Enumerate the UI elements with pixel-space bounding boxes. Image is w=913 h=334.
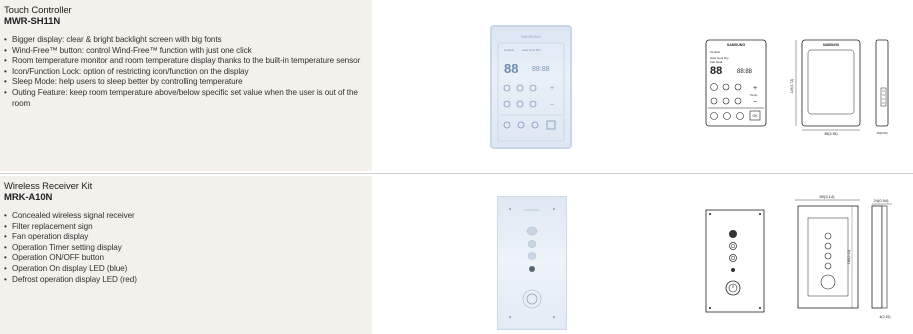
touch-controller-photo: SAMSUNG Central Auto Cool Dry 88 88:88 +… — [490, 25, 572, 149]
feature-item: Sleep Mode: help users to sleep better b… — [4, 77, 372, 88]
feature-item: Filter replacement sign — [4, 222, 372, 233]
feature-list: Concealed wireless signal receiver Filte… — [4, 211, 372, 285]
svg-text:Central: Central — [710, 50, 720, 54]
svg-text:Temp: Temp — [750, 93, 758, 97]
svg-text:Auto Cool Dry: Auto Cool Dry — [522, 48, 541, 52]
svg-text:16(0.63): 16(0.63) — [876, 131, 887, 135]
svg-text:80(3.14): 80(3.14) — [820, 194, 836, 199]
svg-text:130(5.11): 130(5.11) — [847, 250, 851, 265]
product-model: MWR-SH11N — [4, 16, 61, 27]
feature-item: Fan operation display — [4, 232, 372, 243]
feature-item: Wind-Free™ button: control Wind-Free™ fu… — [4, 46, 372, 57]
wireless-receiver-drawing: 80(3.14) 130(5.11) 24(0.94) 4(0.15) — [705, 194, 892, 319]
wireless-receiver-photo-art: SAMSUNG — [509, 208, 555, 318]
feature-item: Bigger display: clear & bright backlight… — [4, 35, 372, 46]
svg-text:88: 88 — [710, 65, 722, 77]
wireless-receiver-photo: SAMSUNG — [497, 196, 567, 330]
feature-item: Icon/Function Lock: option of restrictin… — [4, 67, 372, 78]
row-divider — [0, 173, 913, 174]
product-title: Touch Controller — [4, 5, 72, 16]
product-model: MRK-A10N — [4, 192, 53, 203]
photo-brand: SAMSUNG — [521, 34, 541, 39]
svg-text:−: − — [753, 99, 757, 106]
feature-list: Bigger display: clear & bright backlight… — [4, 35, 372, 109]
svg-text:88:88: 88:88 — [532, 66, 550, 73]
product-description: Wireless Receiver Kit MRK-A10N Concealed… — [0, 176, 372, 334]
svg-text:4(0.15): 4(0.15) — [879, 315, 890, 319]
svg-text:24(0.94): 24(0.94) — [874, 198, 890, 203]
feature-item: Operation On display LED (blue) — [4, 264, 372, 275]
svg-text:+: + — [550, 85, 554, 92]
drawing-brand: SAMSUNG — [727, 43, 746, 47]
touch-controller-photo-art: SAMSUNG Central Auto Cool Dry 88 88:88 +… — [497, 34, 565, 142]
feature-item: Outing Feature: keep room temperature ab… — [4, 88, 372, 109]
svg-text:Fan Heat: Fan Heat — [710, 60, 723, 64]
svg-text:88:88: 88:88 — [737, 69, 753, 75]
svg-text:Central: Central — [504, 48, 514, 52]
product-description: Touch Controller MWR-SH11N Bigger displa… — [0, 0, 372, 171]
svg-text:85(3.35): 85(3.35) — [824, 132, 837, 136]
product-title: Wireless Receiver Kit — [4, 181, 93, 192]
touch-controller-drawing: SAMSUNG Central Auto Cool Dry Fan Heat 8… — [705, 39, 889, 136]
svg-text:119(4.72): 119(4.72) — [790, 79, 794, 94]
svg-text:OK: OK — [752, 114, 758, 118]
feature-item: Defrost operation display LED (red) — [4, 275, 372, 286]
product-row-touch-controller: Touch Controller MWR-SH11N Bigger displa… — [0, 0, 913, 171]
feature-item: Operation Timer setting display — [4, 243, 372, 254]
feature-item: Concealed wireless signal receiver — [4, 211, 372, 222]
svg-text:SAMSUNG: SAMSUNG — [823, 43, 840, 47]
feature-item: Operation ON/OFF button — [4, 253, 372, 264]
svg-text:−: − — [550, 102, 554, 109]
photo-brand: SAMSUNG — [524, 208, 540, 212]
feature-item: Room temperature monitor and room temper… — [4, 56, 372, 67]
svg-text:+: + — [753, 85, 757, 92]
svg-text:88: 88 — [504, 61, 518, 76]
